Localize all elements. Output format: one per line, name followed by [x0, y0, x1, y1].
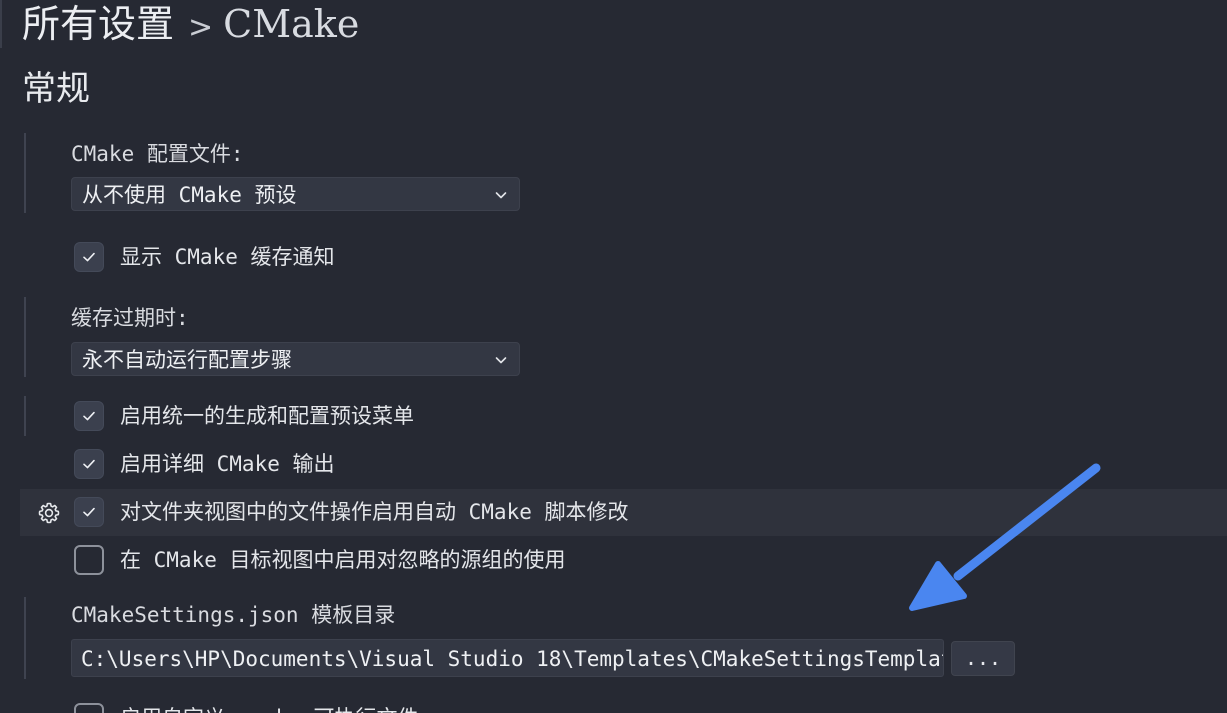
group-indicator — [24, 133, 26, 213]
verbose-output-option[interactable]: 启用详细 CMake 输出 — [74, 449, 335, 479]
verbose-output-label: 启用详细 CMake 输出 — [120, 452, 335, 476]
template-dir-label: CMakeSettings.json 模板目录 — [71, 603, 396, 627]
config-file-select[interactable]: 从不使用 CMake 预设 — [71, 177, 520, 211]
breadcrumb-separator: > — [188, 10, 214, 45]
breadcrumb-current: CMake — [223, 2, 360, 46]
next-item-label: 启用自定义 vcpkg 可执行文件 — [120, 703, 419, 713]
unified-presets-menu-label: 启用统一的生成和配置预设菜单 — [120, 404, 414, 428]
template-dir-input-value: C:\Users\HP\Documents\Visual Studio 18\T… — [81, 647, 944, 671]
next-item-option[interactable]: 启用自定义 vcpkg 可执行文件 — [74, 703, 419, 713]
show-cache-notification-option[interactable]: 显示 CMake 缓存通知 — [74, 242, 335, 272]
chevron-down-icon — [495, 357, 507, 364]
cache-expired-select-value: 永不自动运行配置步骤 — [82, 348, 292, 372]
group-indicator — [24, 297, 26, 377]
section-title: 常规 — [22, 69, 90, 109]
arrow-annotation — [909, 463, 1101, 611]
checkmark-icon — [83, 507, 95, 517]
unified-presets-menu-checkbox[interactable] — [74, 401, 104, 431]
browse-button[interactable]: ... — [951, 641, 1015, 676]
cache-expired-select[interactable]: 永不自动运行配置步骤 — [71, 342, 520, 376]
auto-script-modification-label: 对文件夹视图中的文件操作启用自动 CMake 脚本修改 — [120, 500, 629, 524]
checkmark-icon — [83, 252, 95, 262]
gear-icon[interactable] — [37, 501, 61, 525]
show-cache-notification-checkbox[interactable] — [74, 242, 104, 272]
window-edge — [0, 0, 2, 48]
config-file-label: CMake 配置文件: — [71, 142, 244, 166]
ignored-source-groups-option[interactable]: 在 CMake 目标视图中启用对忽略的源组的使用 — [74, 545, 566, 575]
group-indicator — [24, 396, 26, 436]
checkmark-icon — [83, 459, 95, 469]
auto-script-modification-option[interactable]: 对文件夹视图中的文件操作启用自动 CMake 脚本修改 — [74, 497, 629, 527]
show-cache-notification-label: 显示 CMake 缓存通知 — [120, 245, 335, 269]
group-indicator — [24, 597, 26, 679]
breadcrumb: 所有设置 > CMake — [22, 0, 359, 56]
cache-expired-label: 缓存过期时: — [71, 306, 189, 330]
breadcrumb-root[interactable]: 所有设置 — [22, 2, 174, 46]
chevron-down-icon — [495, 192, 507, 199]
verbose-output-checkbox[interactable] — [74, 449, 104, 479]
next-item-checkbox[interactable] — [74, 703, 104, 713]
ignored-source-groups-checkbox[interactable] — [74, 545, 104, 575]
settings-page: 所有设置 > CMake 常规 CMake 配置文件: 从不使用 CMake 预设 … — [0, 0, 1227, 713]
checkmark-icon — [83, 411, 95, 421]
auto-script-modification-checkbox[interactable] — [74, 497, 104, 527]
config-file-select-value: 从不使用 CMake 预设 — [82, 183, 297, 207]
unified-presets-menu-option[interactable]: 启用统一的生成和配置预设菜单 — [74, 401, 414, 431]
ignored-source-groups-label: 在 CMake 目标视图中启用对忽略的源组的使用 — [120, 548, 566, 572]
template-dir-input[interactable]: C:\Users\HP\Documents\Visual Studio 18\T… — [71, 639, 944, 677]
